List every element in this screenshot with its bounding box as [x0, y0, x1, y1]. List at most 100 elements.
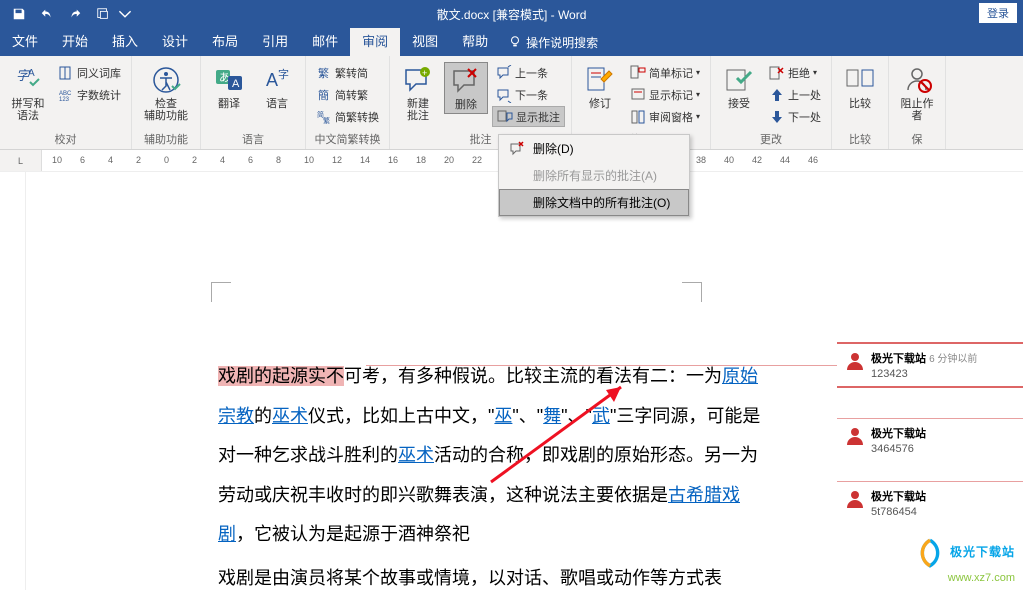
vertical-ruler[interactable]	[0, 172, 26, 590]
document-body[interactable]: 戏剧的起源实不可考，有多种假说。比较主流的看法有二：一为原始宗教的巫术仪式，比如…	[218, 357, 763, 590]
thesaurus-button[interactable]: 同义词库	[54, 62, 125, 83]
translate-icon: あA	[213, 64, 245, 96]
delete-comment-menu: 删除(D) 删除所有显示的批注(A) 删除文档中的所有批注(O)	[498, 134, 690, 217]
page-background: 戏剧的起源实不可考，有多种假说。比较主流的看法有二：一为原始宗教的巫术仪式，比如…	[26, 172, 837, 590]
tab-view[interactable]: 视图	[400, 28, 450, 56]
comment-author: 极光下载站	[871, 353, 926, 365]
new-comment-button[interactable]: + 新建 批注	[396, 62, 440, 124]
check-accessibility-button[interactable]: 检查 辅助功能	[138, 62, 194, 124]
tab-insert[interactable]: 插入	[100, 28, 150, 56]
link-witchcraft-1[interactable]: 巫术	[272, 406, 308, 426]
highlighted-text[interactable]: 戏剧的起源实不	[218, 366, 344, 386]
convert-icon: 简繁	[316, 109, 332, 125]
ruler-tab-selector[interactable]: L	[0, 150, 42, 171]
track-icon	[584, 64, 616, 96]
qa-customize-icon[interactable]	[118, 2, 132, 26]
tab-layout[interactable]: 布局	[200, 28, 250, 56]
spellcheck-icon: 字A	[12, 64, 44, 96]
compare-icon	[844, 64, 876, 96]
menu-delete-comment[interactable]: 删除(D)	[499, 135, 689, 162]
review-pane-button[interactable]: 审阅窗格▾	[626, 106, 704, 127]
watermark-url: www.xz7.com	[948, 572, 1015, 584]
svg-text:簡: 簡	[318, 88, 329, 102]
tab-file[interactable]: 文件	[0, 28, 50, 56]
spell-check-button[interactable]: 字A 拼写和语法	[6, 62, 50, 124]
tab-review[interactable]: 审阅	[350, 28, 400, 56]
language-icon: A字	[261, 64, 293, 96]
link-witchcraft-2[interactable]: 巫术	[398, 445, 434, 465]
undo-icon[interactable]	[34, 2, 60, 26]
block-icon	[901, 64, 933, 96]
show-markup-button[interactable]: 显示标记▾	[626, 84, 704, 105]
next-comment-button[interactable]: 下一条	[492, 84, 565, 105]
prev-comment-button[interactable]: 上一条	[492, 62, 565, 83]
book-icon	[58, 65, 74, 81]
ribbon-tabs: 文件 开始 插入 设计 布局 引用 邮件 审阅 视图 帮助 操作说明搜索	[0, 28, 1023, 56]
block-authors-button[interactable]: 阻止作者	[895, 62, 939, 124]
prev-comment-icon	[496, 65, 512, 81]
qa-overflow-icon[interactable]	[90, 2, 116, 26]
next-change-button[interactable]: 下一处	[765, 106, 825, 127]
prev-change-icon	[769, 87, 785, 103]
next-change-icon	[769, 109, 785, 125]
group-convert: 繁繁转简 簡简转繁 简繁简繁转换 中文简繁转换	[306, 56, 390, 149]
prev-change-button[interactable]: 上一处	[765, 84, 825, 105]
sc-tc-convert-button[interactable]: 简繁简繁转换	[312, 106, 383, 127]
sc-to-tc-button[interactable]: 簡简转繁	[312, 84, 383, 105]
group-proofing: 字A 拼写和语法 同义词库 ABC123 字数统计 校对	[0, 56, 132, 149]
tab-mailings[interactable]: 邮件	[300, 28, 350, 56]
tab-design[interactable]: 设计	[150, 28, 200, 56]
word-count-button[interactable]: ABC123 字数统计	[54, 84, 125, 105]
tab-home[interactable]: 开始	[50, 28, 100, 56]
redo-icon[interactable]	[62, 2, 88, 26]
comment-body: 5t786454	[871, 506, 926, 518]
tc-to-sc-button[interactable]: 繁繁转简	[312, 62, 383, 83]
avatar-icon	[845, 350, 865, 370]
svg-text:字: 字	[278, 67, 289, 81]
save-icon[interactable]	[6, 2, 32, 26]
menu-delete-shown[interactable]: 删除所有显示的批注(A)	[499, 162, 689, 189]
delete-comment-button[interactable]: 删除	[444, 62, 488, 114]
menu-delete-all[interactable]: 删除文档中的所有批注(O)	[499, 189, 689, 216]
svg-text:繁: 繁	[323, 116, 330, 125]
margin-corner-tl	[211, 282, 231, 302]
comment-body: 3464576	[871, 443, 926, 455]
sc-icon: 簡	[316, 87, 332, 103]
tell-me-label: 操作说明搜索	[526, 34, 598, 51]
comments-panel: 极光下载站 6 分钟以前 123423 极光下载站 3464576 极光下载站 …	[837, 172, 1023, 590]
svg-text:繁: 繁	[318, 66, 329, 80]
link-dance[interactable]: 舞	[543, 406, 561, 426]
tell-me-search[interactable]: 操作说明搜索	[508, 34, 598, 51]
comment-item[interactable]: 极光下载站 6 分钟以前 123423	[837, 342, 1023, 388]
svg-text:A: A	[28, 68, 35, 79]
language-button[interactable]: A字 语言	[255, 62, 299, 112]
watermark: 极光下载站 www.xz7.com	[913, 536, 1015, 584]
comment-connector	[366, 365, 837, 366]
track-changes-button[interactable]: 修订	[578, 62, 622, 112]
comment-item[interactable]: 极光下载站 5t786454	[837, 481, 1023, 524]
svg-text:123: 123	[59, 97, 70, 103]
link-wu[interactable]: 巫	[494, 406, 512, 426]
login-button[interactable]: 登录	[979, 3, 1017, 23]
wordcount-icon: ABC123	[58, 87, 74, 103]
accept-icon	[723, 64, 755, 96]
reject-button[interactable]: 拒绝▾	[765, 62, 825, 83]
avatar-icon	[845, 488, 865, 508]
group-changes: 接受 拒绝▾ 上一处 下一处 更改	[711, 56, 832, 149]
group-accessibility: 检查 辅助功能 辅助功能	[132, 56, 201, 149]
comment-body: 123423	[871, 368, 977, 380]
compare-button[interactable]: 比较	[838, 62, 882, 112]
markup-mode-dropdown[interactable]: 简单标记▾	[626, 62, 704, 83]
svg-text:A: A	[232, 78, 240, 90]
link-martial[interactable]: 武	[592, 406, 610, 426]
reviewpane-icon	[630, 109, 646, 125]
accept-button[interactable]: 接受	[717, 62, 761, 112]
show-comments-button[interactable]: 显示批注	[492, 106, 565, 127]
tab-references[interactable]: 引用	[250, 28, 300, 56]
translate-button[interactable]: あA 翻译	[207, 62, 251, 112]
delete-comment-icon	[450, 65, 482, 97]
document-area: 戏剧的起源实不可考，有多种假说。比较主流的看法有二：一为原始宗教的巫术仪式，比如…	[0, 172, 1023, 590]
comment-item[interactable]: 极光下载站 3464576	[837, 418, 1023, 461]
tab-help[interactable]: 帮助	[450, 28, 500, 56]
comment-author: 极光下载站	[871, 428, 926, 440]
